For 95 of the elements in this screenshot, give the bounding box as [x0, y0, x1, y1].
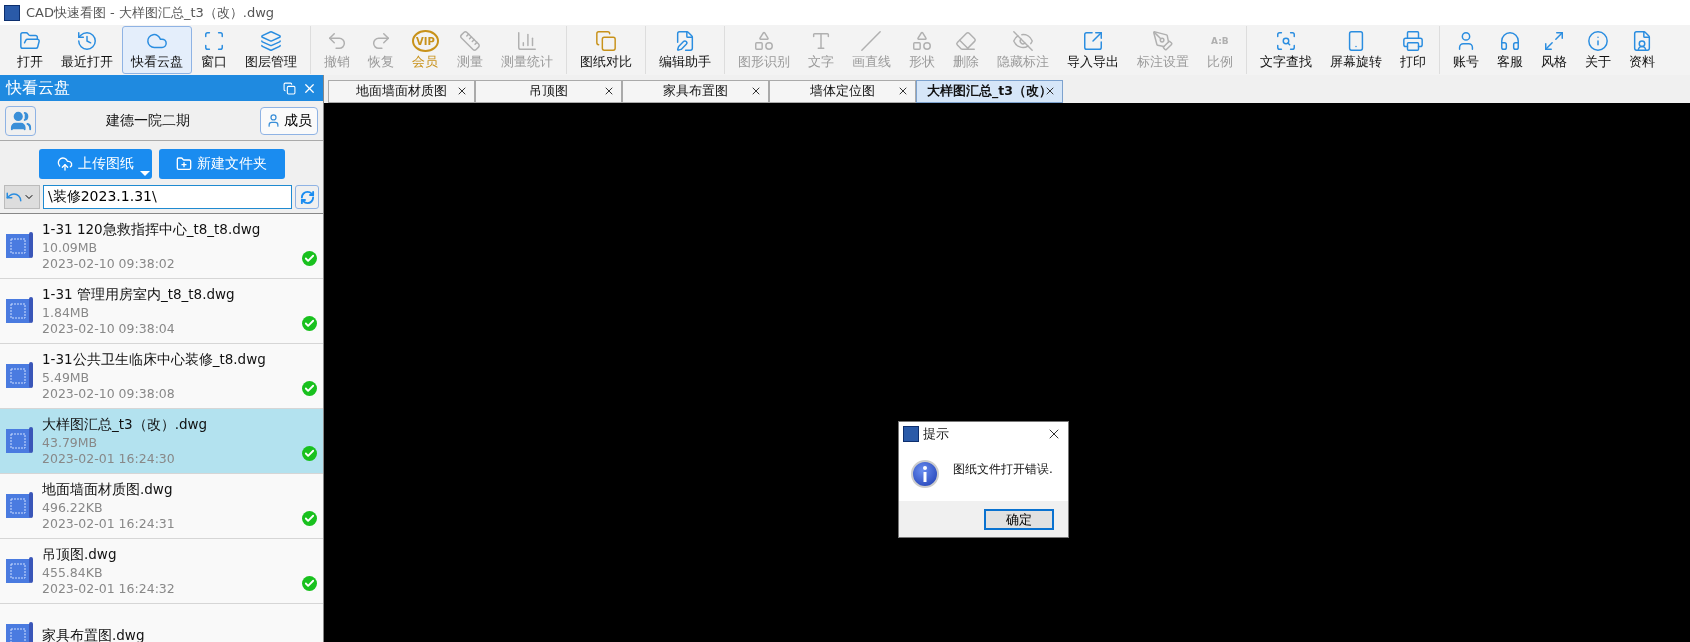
app-logo-icon	[4, 4, 20, 21]
document-tab[interactable]: 大样图汇总_t3（改）	[916, 80, 1063, 103]
redo-icon	[370, 30, 392, 52]
toolbar-button[interactable]: 图纸对比	[570, 26, 641, 74]
expand-icon	[1542, 30, 1565, 52]
refresh-button[interactable]	[295, 185, 319, 209]
file-name: 1-31公共卫生临床中心装修_t8.dwg	[42, 351, 267, 369]
path-field[interactable]: \装修2023.1.31\	[43, 185, 292, 209]
folder-icon	[19, 30, 41, 52]
toolbar-button[interactable]: 屏幕旋转	[1320, 26, 1391, 74]
chart-icon	[515, 30, 538, 52]
printer-icon	[1401, 30, 1424, 52]
toolbar-button[interactable]: 账号	[1443, 26, 1488, 74]
toolbar-button[interactable]: 编辑助手	[649, 26, 720, 74]
folder-plus-icon	[176, 156, 192, 172]
frame-icon	[203, 30, 225, 52]
file-list-item[interactable]: 1-31 120急救指挥中心_t8_t8.dwg 10.09MB 2023-02-10 09:38:02	[0, 214, 323, 279]
pen-icon	[1151, 30, 1174, 52]
file-name: 家具布置图.dwg	[42, 627, 146, 642]
toolbar-button[interactable]: 风格	[1531, 26, 1576, 74]
layers-icon	[260, 30, 282, 52]
info-icon	[1586, 30, 1609, 52]
info-icon	[911, 459, 939, 488]
file-date: 2023-02-10 09:38:08	[42, 386, 176, 401]
toolbar-button[interactable]: 资料	[1619, 26, 1664, 74]
close-icon[interactable]	[1044, 85, 1056, 97]
document-tab[interactable]: 墙体定位图	[769, 80, 916, 103]
squares-icon	[594, 30, 617, 52]
panel-title: 快看云盘	[6, 77, 71, 99]
restore-icon[interactable]	[283, 81, 296, 95]
file-list-item[interactable]: 大样图汇总_t3（改）.dwg 43.79MB 2023-02-01 16:24:30	[0, 409, 323, 474]
toolbar-button[interactable]: 关于	[1575, 26, 1620, 74]
vip-badge: VIP	[412, 30, 439, 52]
project-name: 建德一院二期	[105, 111, 191, 130]
file-list-item[interactable]: 吊顶图.dwg 455.84KB 2023-02-01 16:24:32	[0, 539, 323, 604]
toolbar-button[interactable]: 图层管理	[236, 26, 306, 74]
refresh-icon	[299, 189, 315, 205]
ruler-icon	[458, 30, 481, 52]
members-button[interactable]: 成员	[260, 106, 318, 135]
toolbar-button[interactable]: 导入导出	[1057, 26, 1128, 74]
file-name: 吊顶图.dwg	[42, 546, 118, 564]
file-size: 1.84MB	[42, 305, 91, 320]
file-date: 2023-02-01 16:24:30	[42, 451, 176, 466]
file-size: 496.22KB	[42, 500, 104, 515]
user-icon	[266, 113, 281, 128]
shapes-icon	[910, 30, 933, 52]
search-icon	[1274, 30, 1297, 52]
close-icon[interactable]	[750, 85, 762, 97]
toolbar-button[interactable]: 打印	[1390, 26, 1435, 74]
file-size: 43.79MB	[42, 435, 99, 450]
window-title: CAD快速看图 - 大样图汇总_t3（改）.dwg	[26, 3, 275, 22]
toolbar-button[interactable]: 客服	[1487, 26, 1532, 74]
app-logo-icon	[903, 426, 919, 442]
export-icon	[1081, 30, 1104, 52]
document-tab[interactable]: 家具布置图	[622, 80, 769, 103]
close-icon[interactable]	[456, 85, 468, 97]
undo-icon	[326, 30, 348, 52]
toolbar-button[interactable]: 打开	[8, 26, 52, 74]
file-name: 1-31 120急救指挥中心_t8_t8.dwg	[42, 221, 262, 239]
line-icon	[860, 30, 883, 52]
headset-icon	[1498, 30, 1521, 52]
file-list-item[interactable]: 家具布置图.dwg	[0, 604, 323, 642]
file-size: 5.49MB	[42, 370, 91, 385]
file-list-item[interactable]: 地面墙面材质图.dwg 496.22KB 2023-02-01 16:24:31	[0, 474, 323, 539]
dialog-title: 提示	[923, 425, 950, 443]
users-icon	[9, 109, 32, 132]
ratio-label: A:B	[1210, 35, 1230, 48]
ok-button[interactable]: 确定	[984, 508, 1054, 530]
toolbar-button[interactable]: 窗口	[192, 26, 236, 74]
close-icon[interactable]	[603, 85, 615, 97]
file-size: 10.09MB	[42, 240, 99, 255]
toolbar-button[interactable]: 最近打开	[52, 26, 122, 74]
file-date: 2023-02-01 16:24:32	[42, 581, 176, 596]
file-date: 2023-02-01 16:24:31	[42, 516, 176, 531]
toolbar-button[interactable]: 文字查找	[1250, 26, 1321, 74]
file-date: 2023-02-10 09:38:04	[42, 321, 176, 336]
file-name: 1-31 管理用房室内_t8_t8.dwg	[42, 286, 236, 304]
file-size: 455.84KB	[42, 565, 104, 580]
document-tab[interactable]: 吊顶图	[475, 80, 622, 103]
close-icon[interactable]	[897, 85, 909, 97]
file-list-item[interactable]: 1-31公共卫生临床中心装修_t8.dwg 5.49MB 2023-02-10 09:38:08	[0, 344, 323, 409]
clock-icon	[76, 30, 98, 52]
file-list-item[interactable]: 1-31 管理用房室内_t8_t8.dwg 1.84MB 2023-02-10 09:38:04	[0, 279, 323, 344]
eraser-icon	[954, 30, 977, 52]
dialog-message: 图纸文件打开错误.	[953, 461, 1053, 478]
shapes-icon	[752, 30, 775, 52]
back-button[interactable]	[4, 185, 40, 209]
toolbar-button[interactable]: 快看云盘	[122, 26, 192, 74]
file-name: 大样图汇总_t3（改）.dwg	[42, 416, 209, 434]
group-button[interactable]	[5, 105, 36, 136]
file-date: 2023-02-10 09:38:02	[42, 256, 176, 271]
cloud-upload-icon	[56, 156, 73, 172]
eye-off-icon	[1011, 30, 1034, 52]
document-tab[interactable]: 地面墙面材质图	[328, 80, 475, 103]
file-name: 地面墙面材质图.dwg	[42, 481, 174, 499]
